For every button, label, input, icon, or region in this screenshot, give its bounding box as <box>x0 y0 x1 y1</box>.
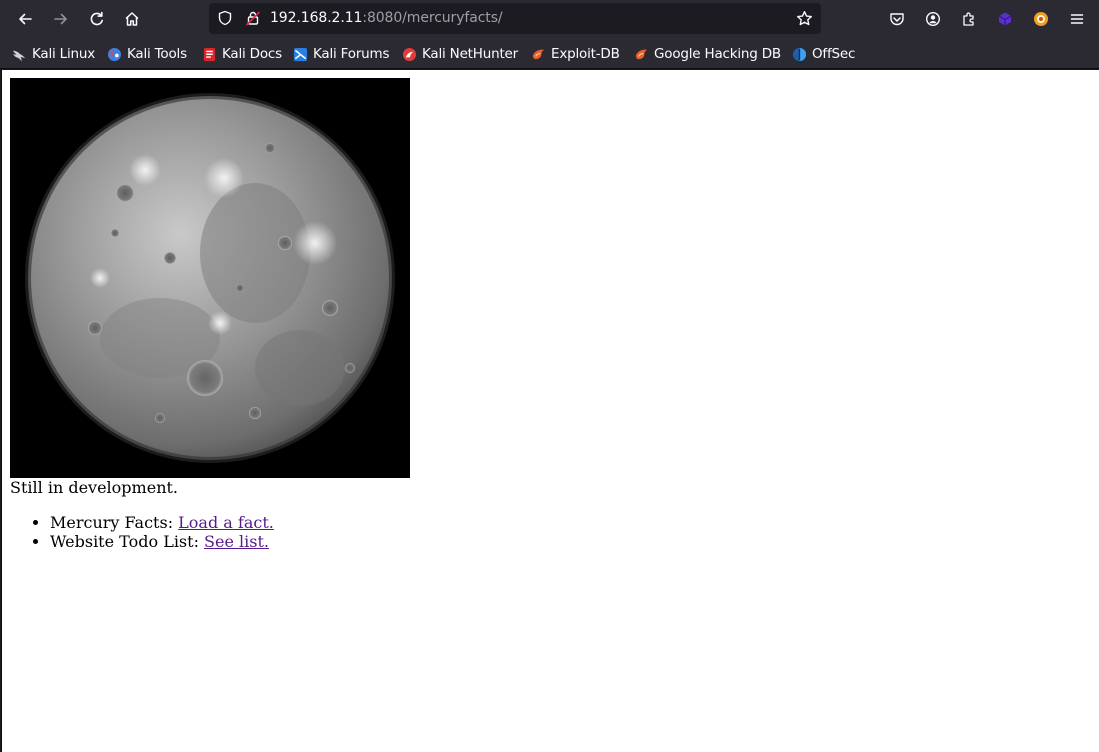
bookmark-label: Kali Forums <box>313 46 390 62</box>
extension-purple-button[interactable] <box>991 5 1019 33</box>
kali-dragon-icon <box>12 50 26 61</box>
reload-icon <box>90 11 103 26</box>
puzzle-icon <box>963 12 974 26</box>
bookmark-label: Kali Linux <box>32 46 96 62</box>
arrow-right-icon <box>54 13 67 25</box>
bookmark-label: Exploit-DB <box>551 46 620 62</box>
arrow-left-icon <box>19 13 32 25</box>
ghdb-icon <box>635 49 648 59</box>
pocket-icon <box>890 13 904 26</box>
list-item: Website Todo List: See list. <box>50 532 274 551</box>
bookmark-kali-forums[interactable]: Kali Forums <box>293 45 390 63</box>
bookmark-label: Kali NetHunter <box>422 46 518 62</box>
kali-docs-icon <box>203 47 216 61</box>
home-icon <box>125 12 139 26</box>
orange-badge-icon <box>1034 12 1048 26</box>
bookmark-google-hacking-db[interactable]: Google Hacking DB <box>634 45 781 63</box>
account-icon <box>925 11 941 27</box>
forward-button[interactable] <box>47 5 75 33</box>
list-item: Mercury Facts: Load a fact. <box>50 513 274 532</box>
purple-cube-icon <box>998 12 1012 26</box>
status-text: Still in development. <box>10 478 179 497</box>
extension-orange-button[interactable] <box>1027 5 1055 33</box>
kali-nethunter-icon <box>402 47 417 61</box>
offsec-icon <box>792 47 807 61</box>
bookmark-label: Kali Tools <box>127 46 187 62</box>
pocket-button[interactable] <box>883 5 911 33</box>
kali-forums-icon <box>293 47 308 61</box>
bookmark-exploit-db[interactable]: Exploit-DB <box>531 45 620 63</box>
reload-button[interactable] <box>83 5 111 33</box>
bookmark-kali-nethunter[interactable]: Kali NetHunter <box>402 45 518 63</box>
back-button[interactable] <box>11 5 39 33</box>
bookmark-label: Kali Docs <box>222 46 282 62</box>
bookmark-kali-tools[interactable]: Kali Tools <box>107 45 187 63</box>
extensions-button[interactable] <box>955 5 983 33</box>
address-bar[interactable]: 192.168.2.11:8080/mercuryfacts/ <box>209 3 821 34</box>
bookmark-label: Google Hacking DB <box>654 46 781 62</box>
url-path: :8080/mercuryfacts/ <box>362 10 503 26</box>
account-button[interactable] <box>919 5 947 33</box>
list-item-label: Website Todo List: <box>50 532 205 551</box>
bookmark-offsec[interactable]: OffSec <box>792 45 855 63</box>
url-host: 192.168.2.11 <box>270 10 363 26</box>
home-button[interactable] <box>118 5 146 33</box>
kali-tools-icon <box>107 47 122 61</box>
tracking-protection-button[interactable] <box>215 8 235 28</box>
load-fact-link[interactable]: Load a fact. <box>178 513 274 532</box>
page-viewport: Still in development. Mercury Facts: Loa… <box>1 70 1099 752</box>
list-item-label: Mercury Facts: <box>50 513 179 532</box>
links-list: Mercury Facts: Load a fact. Website Todo… <box>10 513 274 551</box>
insecure-lock-icon <box>246 11 260 26</box>
bookmark-kali-linux[interactable]: Kali Linux <box>12 45 95 63</box>
url-text[interactable]: 192.168.2.11:8080/mercuryfacts/ <box>270 10 503 26</box>
bookmark-kali-docs[interactable]: Kali Docs <box>202 45 282 63</box>
bookmarks-toolbar: Kali Linux Kali Tools Kali Docs Kali For… <box>0 38 1099 69</box>
star-icon <box>796 10 812 25</box>
bookmark-star-button[interactable] <box>794 8 814 28</box>
exploit-db-icon <box>532 49 545 59</box>
hamburger-menu-icon <box>1070 14 1084 24</box>
bookmark-label: OffSec <box>812 46 856 62</box>
shield-icon <box>218 10 232 26</box>
see-list-link[interactable]: See list. <box>204 532 269 551</box>
site-security-button[interactable] <box>243 8 263 28</box>
browser-toolbar: 192.168.2.11:8080/mercuryfacts/ <box>0 0 1099 38</box>
mercury-planet-image <box>10 78 410 478</box>
app-menu-button[interactable] <box>1063 5 1091 33</box>
